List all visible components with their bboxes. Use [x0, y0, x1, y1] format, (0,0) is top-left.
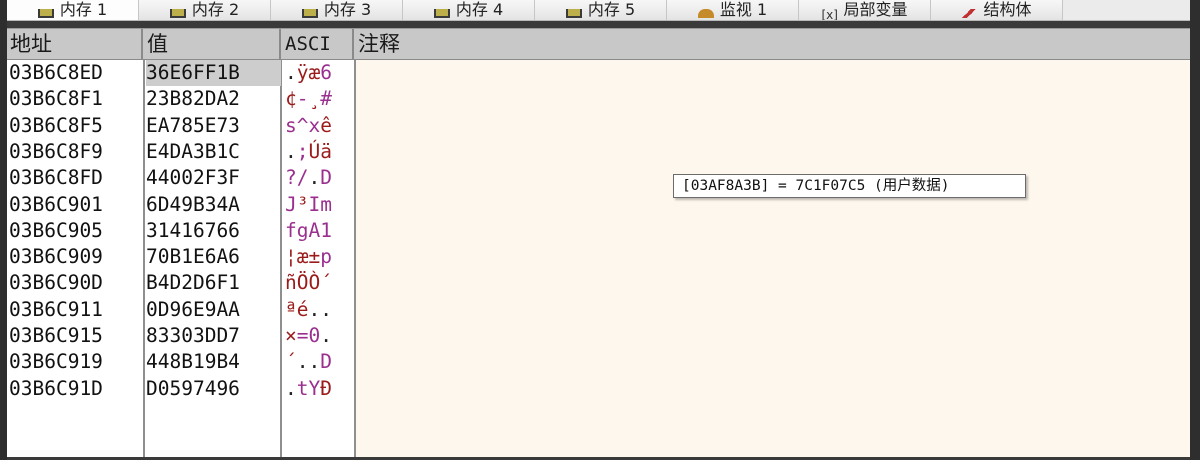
- memory-chip-icon: [433, 9, 450, 18]
- ascii-cell[interactable]: ñÖÒ´: [285, 270, 355, 296]
- address-cell[interactable]: 03B6C911: [9, 297, 143, 323]
- memory-row[interactable]: 03B6C8FD 44002F3F ?/.D: [7, 165, 356, 191]
- header-ascii[interactable]: ASCI: [282, 29, 354, 59]
- tab-label: 结构体: [983, 0, 1032, 19]
- value-cell[interactable]: 83303DD7: [146, 323, 281, 349]
- value-cell[interactable]: D0597496: [146, 376, 281, 402]
- memory-row[interactable]: 03B6C909 70B1E6A6 ¦æ±p: [7, 244, 356, 270]
- memory-row[interactable]: 03B6C90D B4D2D6F1 ñÖÒ´: [7, 270, 356, 296]
- debugger-window: 内存 1 内存 2 内存 3 内存 4 内存 5 监视 1 [x] 局部变量 结构体 地址 值 …: [0, 0, 1200, 460]
- tab-1[interactable]: 内存 1: [7, 0, 139, 20]
- local-vars-icon: [x]: [821, 8, 838, 20]
- watch-icon: [697, 9, 714, 18]
- value-cell[interactable]: E4DA3B1C: [146, 139, 281, 165]
- value-tooltip: [03AF8A3B] = 7C1F07C5 (用户数据): [673, 174, 1026, 198]
- address-cell[interactable]: 03B6C8ED: [9, 60, 143, 86]
- memory-chip-icon: [169, 9, 186, 18]
- window-edge-right: [1190, 0, 1200, 460]
- memory-row[interactable]: 03B6C915 83303DD7 ×=0.: [7, 323, 356, 349]
- ascii-cell[interactable]: fgA1: [285, 218, 355, 244]
- tab-label: 内存 2: [191, 0, 240, 19]
- ascii-cell[interactable]: ?/.D: [285, 165, 355, 191]
- tab-2[interactable]: 内存 2: [139, 0, 271, 20]
- memory-row[interactable]: 03B6C911 0D96E9AA ªé..: [7, 297, 356, 323]
- memory-row[interactable]: 03B6C919 448B19B4 ´..D: [7, 349, 356, 375]
- header-comment[interactable]: 注释: [355, 29, 1190, 59]
- ascii-cell[interactable]: .tYÐ: [285, 376, 355, 402]
- tab-label: 内存 3: [323, 0, 372, 19]
- memory-row[interactable]: 03B6C91D D0597496 .tYÐ: [7, 376, 356, 402]
- tab-6[interactable]: 监视 1: [667, 0, 799, 20]
- ascii-cell[interactable]: ´..D: [285, 349, 355, 375]
- header-value[interactable]: 值: [144, 29, 281, 59]
- memory-chip-icon: [565, 9, 582, 18]
- value-cell[interactable]: 44002F3F: [146, 165, 281, 191]
- address-cell[interactable]: 03B6C91D: [9, 376, 143, 402]
- ascii-cell[interactable]: .;Úä: [285, 139, 355, 165]
- memory-dump-pane[interactable]: 地址 值 ASCI 注释 03B6C8ED 36E6FF1B .ÿæ6 03B6C8F…: [7, 28, 1190, 457]
- header-address[interactable]: 地址: [7, 29, 143, 59]
- tab-label: 内存 4: [455, 0, 504, 19]
- ascii-cell[interactable]: ¦æ±p: [285, 244, 355, 270]
- ascii-cell[interactable]: ×=0.: [285, 323, 355, 349]
- tab-strip: 内存 1 内存 2 内存 3 内存 4 内存 5 监视 1 [x] 局部变量 结构体: [7, 0, 1190, 21]
- memory-row[interactable]: 03B6C8F1 23B82DA2 ¢-¸#: [7, 86, 356, 112]
- ascii-cell[interactable]: ªé..: [285, 297, 355, 323]
- tab-label: 内存 1: [59, 0, 108, 19]
- comment-column-area[interactable]: [356, 60, 1190, 457]
- tab-7[interactable]: [x] 局部变量: [799, 0, 931, 20]
- value-cell[interactable]: 448B19B4: [146, 349, 281, 375]
- tab-label: 局部变量: [843, 0, 908, 19]
- ascii-cell[interactable]: .ÿæ6: [285, 60, 355, 86]
- value-cell[interactable]: 0D96E9AA: [146, 297, 281, 323]
- column-headers: 地址 值 ASCI 注释: [7, 29, 1190, 60]
- memory-row[interactable]: 03B6C901 6D49B34A J³Im: [7, 192, 356, 218]
- address-cell[interactable]: 03B6C909: [9, 244, 143, 270]
- address-cell[interactable]: 03B6C8FD: [9, 165, 143, 191]
- address-cell[interactable]: 03B6C915: [9, 323, 143, 349]
- tab-label: 监视 1: [719, 0, 768, 19]
- address-cell[interactable]: 03B6C8F1: [9, 86, 143, 112]
- memory-row[interactable]: 03B6C905 31416766 fgA1: [7, 218, 356, 244]
- address-cell[interactable]: 03B6C8F9: [9, 139, 143, 165]
- ascii-cell[interactable]: ¢-¸#: [285, 86, 355, 112]
- value-cell[interactable]: 6D49B34A: [146, 192, 281, 218]
- memory-row[interactable]: 03B6C8F9 E4DA3B1C .;Úä: [7, 139, 356, 165]
- value-cell[interactable]: 70B1E6A6: [146, 244, 281, 270]
- value-cell[interactable]: EA785E73: [146, 113, 281, 139]
- tab-8[interactable]: 结构体: [931, 0, 1063, 20]
- value-cell[interactable]: 23B82DA2: [146, 86, 281, 112]
- value-cell[interactable]: 31416766: [146, 218, 281, 244]
- memory-row[interactable]: 03B6C8ED 36E6FF1B .ÿæ6: [7, 60, 356, 86]
- value-cell[interactable]: 36E6FF1B: [146, 60, 281, 86]
- address-cell[interactable]: 03B6C905: [9, 218, 143, 244]
- value-cell[interactable]: B4D2D6F1: [146, 270, 281, 296]
- address-cell[interactable]: 03B6C8F5: [9, 113, 143, 139]
- struct-icon: [961, 9, 978, 18]
- memory-row[interactable]: 03B6C8F5 EA785E73 s^xê: [7, 113, 356, 139]
- ascii-cell[interactable]: s^xê: [285, 113, 355, 139]
- address-cell[interactable]: 03B6C90D: [9, 270, 143, 296]
- ascii-cell[interactable]: J³Im: [285, 192, 355, 218]
- tab-label: 内存 5: [587, 0, 636, 19]
- window-edge-left: [0, 0, 7, 460]
- tab-3[interactable]: 内存 3: [271, 0, 403, 20]
- memory-chip-icon: [301, 9, 318, 18]
- tab-5[interactable]: 内存 5: [535, 0, 667, 20]
- address-cell[interactable]: 03B6C919: [9, 349, 143, 375]
- address-cell[interactable]: 03B6C901: [9, 192, 143, 218]
- memory-chip-icon: [37, 9, 54, 18]
- tab-4[interactable]: 内存 4: [403, 0, 535, 20]
